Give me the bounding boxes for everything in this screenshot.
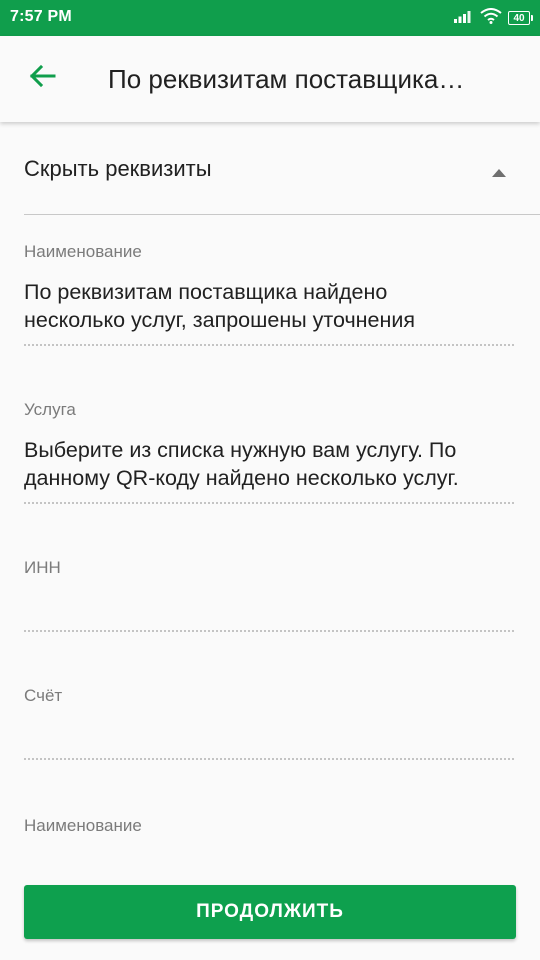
back-button[interactable]	[22, 58, 62, 98]
battery-icon: 40	[508, 11, 533, 25]
field-value-line: данному QR-коду найдено несколько услуг.	[24, 466, 459, 490]
field-label: Наименование	[24, 816, 142, 835]
account-field[interactable]: Счёт	[24, 686, 516, 760]
field-underline	[24, 502, 514, 504]
signal-icon	[454, 9, 474, 28]
name-field[interactable]: Наименование	[24, 816, 516, 836]
field-label: ИНН	[24, 558, 61, 577]
field-label: Услуга	[24, 400, 76, 419]
wifi-icon	[480, 7, 502, 29]
field-label: Наименование	[24, 242, 142, 261]
field-underline	[24, 630, 514, 632]
field-value-line: По реквизитам поставщика найдено	[24, 280, 388, 304]
hide-details-toggle[interactable]: Скрыть реквизиты	[0, 122, 540, 216]
hide-details-label: Скрыть реквизиты	[24, 156, 212, 181]
field-value-line: Выберите из списка нужную вам услугу. По	[24, 438, 457, 462]
battery-level: 40	[513, 12, 525, 24]
triangle-up-icon	[490, 166, 508, 178]
field-value-line: несколько услуг, запрошены уточнения	[24, 308, 416, 332]
app-bar: По реквизитам поставщика…	[0, 36, 540, 122]
divider	[24, 214, 540, 215]
field-underline	[24, 344, 514, 346]
status-time: 7:57 PM	[10, 8, 72, 25]
arrow-back-icon	[28, 64, 56, 93]
status-icons: 40	[454, 7, 533, 29]
service-field[interactable]: Услуга Выберите из списка нужную вам усл…	[24, 400, 516, 504]
field-label: Счёт	[24, 686, 63, 705]
field-underline	[24, 758, 514, 760]
status-bar: 7:57 PM 40	[0, 0, 540, 36]
page-title: По реквизитам поставщика…	[108, 64, 465, 94]
supplier-name-field[interactable]: Наименование По реквизитам поставщика на…	[24, 242, 516, 346]
continue-button[interactable]: ПРОДОЛЖИТЬ	[24, 885, 516, 939]
inn-field[interactable]: ИНН	[24, 558, 516, 632]
